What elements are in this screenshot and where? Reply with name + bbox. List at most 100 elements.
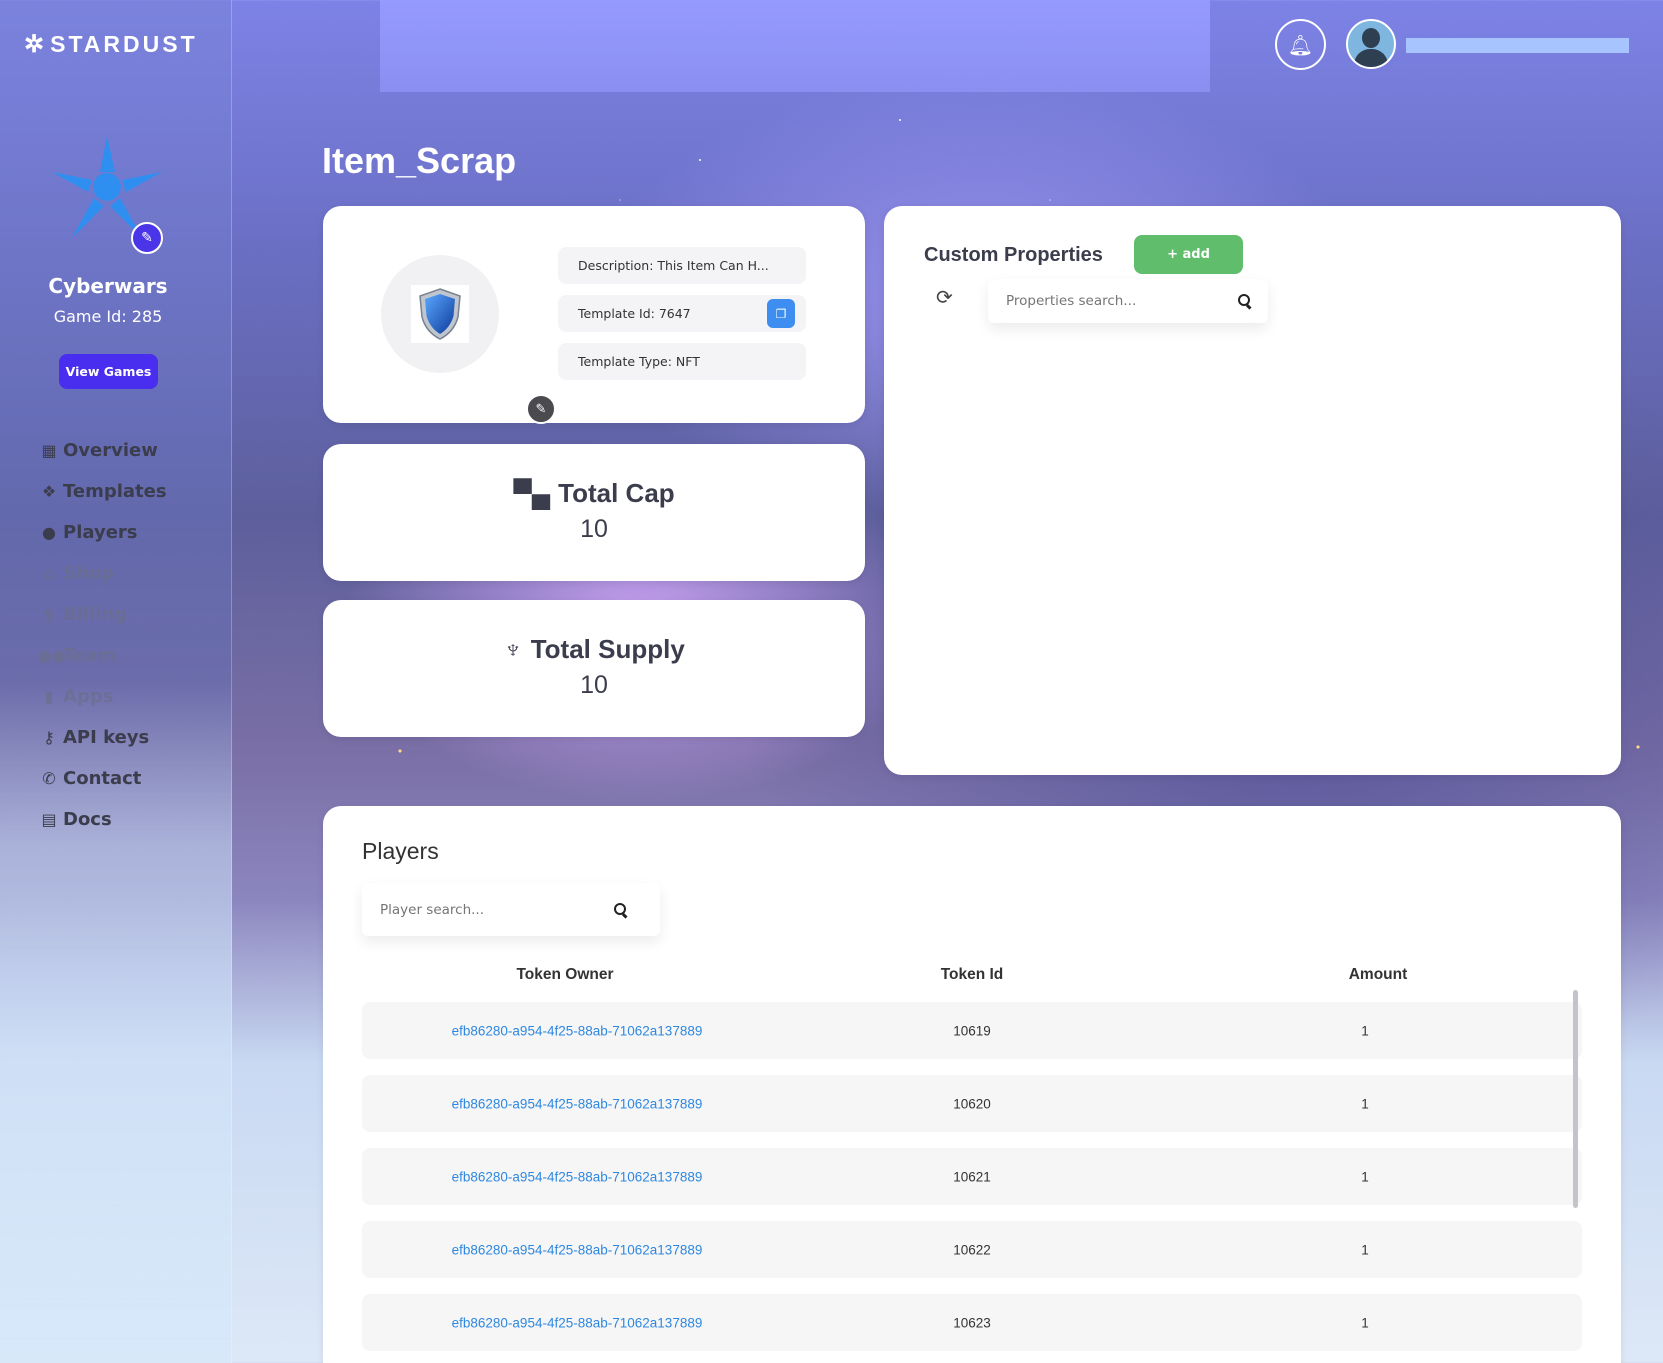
custom-properties-card: Custom Properties + add ⟳	[884, 206, 1621, 775]
sidebar-item-label: Contact	[63, 768, 142, 789]
token-owner-link[interactable]: efb86280-a954-4f25-88ab-71062a137889	[427, 1315, 727, 1330]
page-title: Item_Scrap	[322, 140, 517, 181]
shield-icon	[419, 288, 461, 340]
sidebar-item-label: Overview	[63, 440, 158, 461]
sidebar-item-label: Apps	[63, 686, 114, 707]
sidebar-item-players[interactable]: ● Players	[38, 512, 167, 553]
players-card: Players Token Owner Token Id Amount efb8…	[323, 806, 1621, 1363]
mobile-icon: ▮	[44, 687, 54, 706]
table-row: efb86280-a954-4f25-88ab-71062a137889 106…	[362, 1075, 1582, 1132]
phone-icon: ✆	[42, 769, 56, 788]
sidebar-item-label: Players	[63, 522, 138, 543]
players-table: efb86280-a954-4f25-88ab-71062a137889 106…	[362, 1002, 1582, 1363]
total-cap-card: ▀▄ Total Cap 10	[323, 444, 865, 581]
table-row: efb86280-a954-4f25-88ab-71062a137889 106…	[362, 1294, 1582, 1351]
token-owner-link[interactable]: efb86280-a954-4f25-88ab-71062a137889	[427, 1169, 727, 1184]
token-owner-link[interactable]: efb86280-a954-4f25-88ab-71062a137889	[427, 1023, 727, 1038]
token-owner-link[interactable]: efb86280-a954-4f25-88ab-71062a137889	[427, 1096, 727, 1111]
template-type-field: Template Type: NFT	[558, 343, 806, 380]
custom-properties-title: Custom Properties	[924, 244, 1103, 266]
table-scrollbar[interactable]	[1573, 990, 1578, 1208]
token-owner-link[interactable]: efb86280-a954-4f25-88ab-71062a137889	[427, 1242, 727, 1257]
template-id-text: Template Id: 7647	[578, 306, 691, 321]
total-supply-value: 10	[580, 671, 608, 699]
bell-icon: 🔔︎	[1287, 32, 1314, 57]
token-id-cell: 10622	[953, 1242, 991, 1257]
brand-name: STARDUST	[50, 31, 198, 57]
amount-cell: 1	[1361, 1096, 1369, 1111]
search-icon[interactable]	[614, 902, 628, 917]
template-id-field: Template Id: 7647 ❐	[558, 295, 806, 332]
star-logo-icon: ✲	[24, 31, 45, 58]
pencil-icon: ✎	[141, 230, 153, 246]
stardust-logo[interactable]: ✲ STARDUST	[24, 30, 198, 59]
sidebar-item-team[interactable]: ●● Team	[38, 635, 167, 676]
copy-icon: ❐	[775, 306, 787, 321]
sidebar-item-label: Shop	[63, 563, 115, 584]
total-cap-heading: ▀▄ Total Cap	[323, 478, 865, 509]
parachute-icon: ♆	[503, 634, 523, 664]
sidebar: ✲ STARDUST ✎ Cyberwars Game Id: 285 View…	[0, 0, 232, 1363]
avatar-head	[1362, 28, 1380, 48]
sidebar-item-apps[interactable]: ▮ Apps	[38, 676, 167, 717]
total-supply-card: ♆ Total Supply 10	[323, 600, 865, 737]
total-supply-label: Total Supply	[530, 634, 685, 664]
sidebar-item-templates[interactable]: ❖ Templates	[38, 471, 167, 512]
item-image	[411, 285, 469, 343]
column-token-id[interactable]: Token Id	[822, 966, 1122, 984]
properties-search	[988, 279, 1268, 323]
column-amount[interactable]: Amount	[1228, 966, 1528, 984]
template-type-text: Template Type: NFT	[578, 354, 700, 369]
table-row: efb86280-a954-4f25-88ab-71062a137889 106…	[362, 1148, 1582, 1205]
amount-cell: 1	[1361, 1169, 1369, 1184]
avatar-body	[1354, 49, 1388, 67]
description-text: Description: This Item Can H...	[578, 258, 769, 273]
view-games-button[interactable]: View Games	[59, 354, 158, 389]
edit-item-image-button[interactable]: ✎	[526, 394, 556, 424]
refresh-icon[interactable]: ⟳	[936, 285, 953, 309]
dollar-icon: $	[43, 605, 55, 624]
item-info-card: ✎ Description: This Item Can H... Templa…	[323, 206, 865, 424]
sidebar-item-overview[interactable]: ▦ Overview	[38, 430, 167, 471]
total-cap-value: 10	[580, 515, 608, 543]
search-icon[interactable]	[1238, 294, 1252, 308]
edit-game-logo-button[interactable]: ✎	[131, 222, 163, 254]
notifications-button[interactable]: 🔔︎	[1275, 19, 1326, 70]
sidebar-item-api-keys[interactable]: ⚷ API keys	[38, 717, 167, 758]
box-icon: ▀▄	[513, 478, 551, 508]
properties-search-input[interactable]	[988, 279, 1268, 323]
key-icon: ⚷	[43, 728, 55, 747]
copy-template-id-button[interactable]: ❐	[767, 299, 795, 328]
sidebar-item-docs[interactable]: ▤ Docs	[38, 799, 167, 840]
table-header: Token Owner Token Id Amount	[362, 966, 1582, 992]
sidebar-item-contact[interactable]: ✆ Contact	[38, 758, 167, 799]
token-id-cell: 10619	[953, 1023, 991, 1038]
file-icon: ▤	[41, 810, 57, 829]
game-name: Cyberwars	[48, 274, 168, 298]
grid-icon: ▦	[41, 441, 57, 460]
sidebar-item-label: Billing	[63, 604, 128, 625]
cubes-icon: ❖	[41, 482, 57, 501]
token-id-cell: 10623	[953, 1315, 991, 1330]
total-supply-heading: ♆ Total Supply	[323, 634, 865, 665]
sidebar-item-label: API keys	[63, 727, 150, 748]
table-row: efb86280-a954-4f25-88ab-71062a137889 106…	[362, 1002, 1582, 1059]
sidebar-item-label: Docs	[63, 809, 112, 830]
user-icon: ●	[42, 523, 56, 542]
player-search	[362, 883, 660, 936]
amount-cell: 1	[1361, 1242, 1369, 1257]
sidebar-item-label: Templates	[63, 481, 167, 502]
avatar[interactable]	[1346, 19, 1396, 69]
add-property-button[interactable]: + add	[1134, 235, 1243, 274]
column-token-owner[interactable]: Token Owner	[415, 966, 715, 984]
username-redacted[interactable]	[1406, 38, 1629, 53]
total-cap-label: Total Cap	[558, 478, 675, 508]
players-title: Players	[362, 838, 439, 864]
token-id-cell: 10621	[953, 1169, 991, 1184]
pencil-icon: ✎	[535, 401, 547, 417]
sidebar-nav: ▦ Overview ❖ Templates ● Players ⌂ Shop …	[38, 430, 167, 840]
token-id-cell: 10620	[953, 1096, 991, 1111]
table-row: efb86280-a954-4f25-88ab-71062a137889 106…	[362, 1221, 1582, 1278]
sidebar-item-shop[interactable]: ⌂ Shop	[38, 553, 167, 594]
sidebar-item-billing[interactable]: $ Billing	[38, 594, 167, 635]
